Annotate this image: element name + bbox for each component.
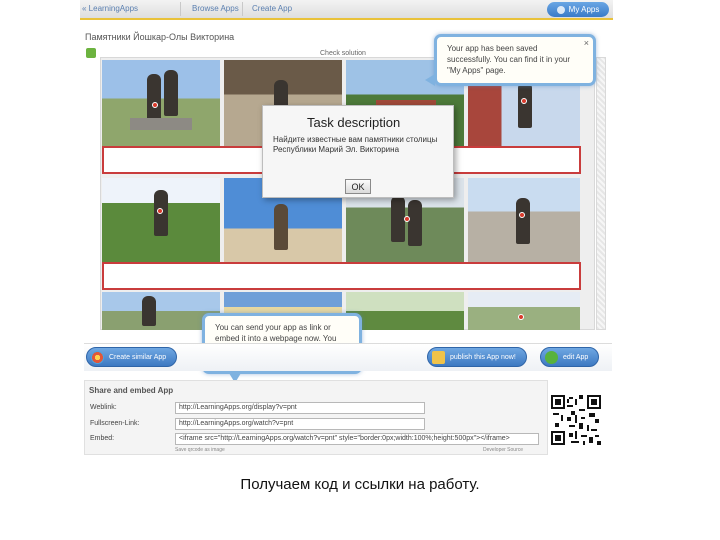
weblink-field[interactable]: http://LearningApps.org/display?v=pnt xyxy=(175,402,425,414)
monument-tile[interactable] xyxy=(468,292,580,330)
map-pin-icon xyxy=(404,216,410,222)
edit-app-button[interactable]: edit App xyxy=(540,347,600,367)
embed-label: Embed: xyxy=(90,435,115,442)
user-icon xyxy=(556,5,565,14)
answer-drop-row[interactable] xyxy=(102,262,581,290)
top-navigation-bar: « LearningApps Browse Apps Create App My… xyxy=(80,0,613,20)
fullscreen-link-label: Fullscreen-Link: xyxy=(90,420,140,427)
my-apps-button[interactable]: My Apps xyxy=(547,2,609,17)
map-pin-icon xyxy=(519,212,525,218)
create-similar-app-button[interactable]: Create similar App xyxy=(86,347,178,367)
nav-learningapps-link[interactable]: « LearningApps xyxy=(82,4,138,13)
weblink-label: Weblink: xyxy=(90,404,117,411)
map-pin-icon xyxy=(152,102,158,108)
qr-code-image xyxy=(551,395,601,445)
fullscreen-link-field[interactable]: http://LearningApps.org/watch?v=pnt xyxy=(175,418,425,430)
task-description-dialog: Task description Найдите известные вам п… xyxy=(262,105,454,198)
create-similar-label: Create similar App xyxy=(109,353,167,361)
pencil-icon xyxy=(432,350,445,364)
nav-separator xyxy=(242,2,243,16)
share-embed-panel: Share and embed App Weblink: http://Lear… xyxy=(84,380,548,455)
dialog-text: Найдите известные вам памятники столицы … xyxy=(273,135,438,154)
dialog-title: Task description xyxy=(307,115,401,130)
embed-code-field[interactable]: <iframe src="http://LearningApps.org/wat… xyxy=(175,433,539,445)
map-pin-icon xyxy=(518,314,524,320)
app-title: Памятники Йошкар-Олы Викторина xyxy=(85,32,235,42)
app-action-bar: Create similar App publish this App now!… xyxy=(84,343,612,371)
my-apps-label: My Apps xyxy=(568,5,600,14)
share-heading: Share and embed App xyxy=(89,386,174,395)
tooltip-pointer xyxy=(425,74,435,86)
monument-tile[interactable] xyxy=(102,60,220,146)
palette-icon xyxy=(91,350,104,364)
edit-label: edit App xyxy=(563,353,589,361)
nav-separator xyxy=(180,2,181,16)
map-pin-icon xyxy=(157,208,163,214)
save-qrcode-link[interactable]: Save qrcode as image xyxy=(175,447,225,453)
slide-caption: Получаем код и ссылки на работу. xyxy=(240,476,480,493)
nav-create-app-link[interactable]: Create App xyxy=(252,4,292,13)
saved-tooltip-text: Your app has been saved successfully. Yo… xyxy=(447,44,571,75)
green-app-icon xyxy=(86,48,96,58)
refresh-icon xyxy=(545,350,558,364)
publish-app-button[interactable]: publish this App now! xyxy=(427,347,527,367)
saved-tooltip: × Your app has been saved successfully. … xyxy=(434,34,596,86)
check-solution-link[interactable]: Check solution xyxy=(320,50,366,57)
nav-browse-apps-link[interactable]: Browse Apps xyxy=(192,4,239,13)
developer-source-link[interactable]: Developer Source xyxy=(483,447,523,453)
map-pin-icon xyxy=(521,98,527,104)
monument-tile[interactable] xyxy=(102,178,220,262)
ok-button[interactable]: OK xyxy=(345,179,371,194)
monument-tile[interactable] xyxy=(346,292,464,330)
vertical-scrollbar[interactable] xyxy=(596,57,606,330)
close-icon[interactable]: × xyxy=(584,38,589,49)
publish-label: publish this App now! xyxy=(450,353,516,361)
monument-tile[interactable] xyxy=(468,178,580,262)
